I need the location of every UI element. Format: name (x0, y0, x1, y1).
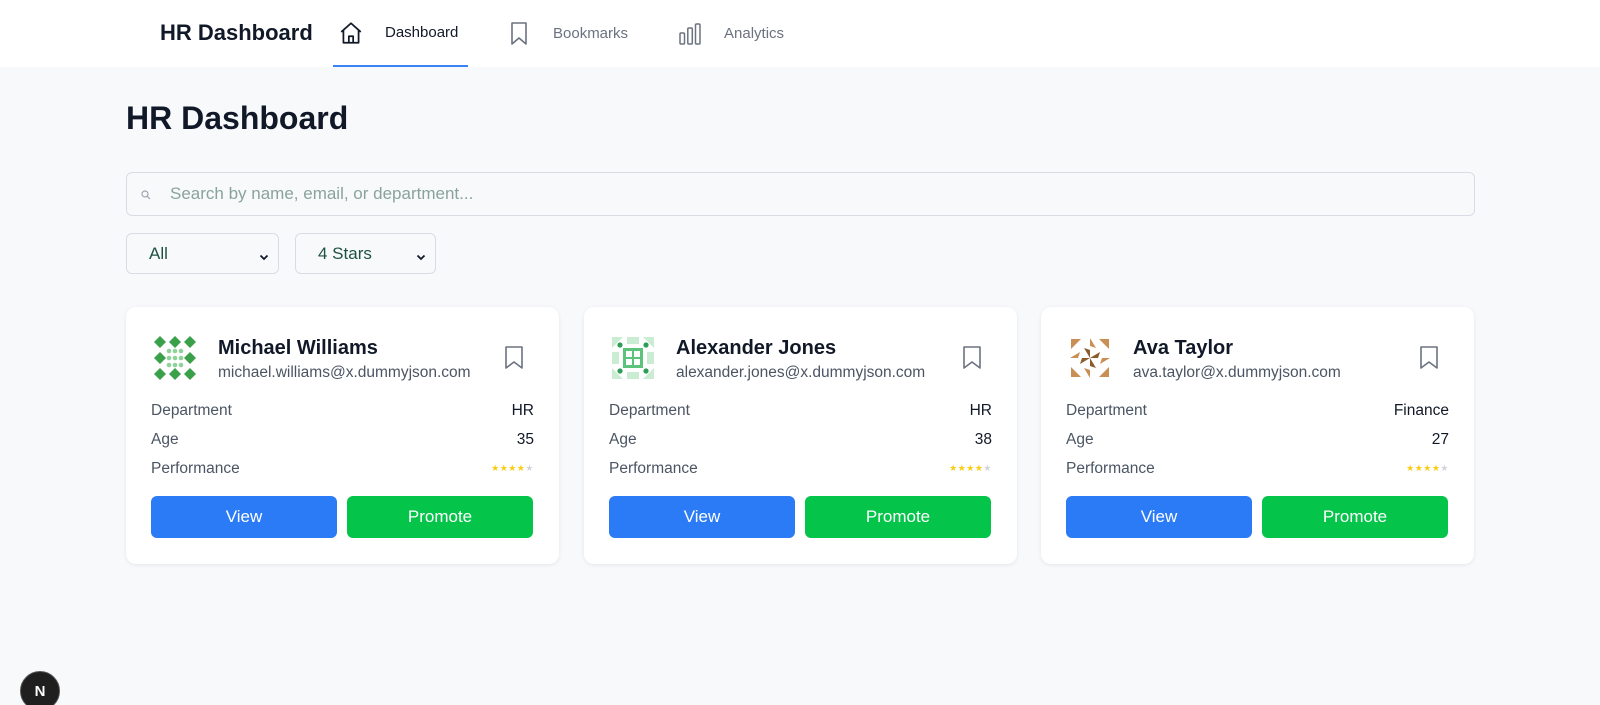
view-button[interactable]: View (609, 496, 795, 538)
star-empty-icon: ★ (983, 463, 992, 473)
search-icon (141, 187, 155, 201)
employee-email: alexander.jones@x.dummyjson.com (676, 364, 926, 381)
age-label: Age (151, 431, 179, 448)
employee-card: Michael Williams michael.williams@x.dumm… (126, 307, 559, 564)
nav-tab-analytics[interactable]: Analytics (676, 0, 806, 67)
department-label: Department (1066, 402, 1147, 419)
bookmark-icon[interactable] (961, 345, 983, 371)
bookmark-icon (505, 20, 533, 48)
performance-row: Performance ★★★★★ (1066, 460, 1449, 478)
home-icon (337, 19, 365, 47)
department-row: Department HR (151, 402, 534, 420)
view-button[interactable]: View (151, 496, 337, 538)
avatar (152, 335, 198, 381)
top-nav: HR Dashboard Dashboard Bookmarks Analyti… (0, 0, 1600, 67)
performance-label: Performance (151, 460, 240, 477)
performance-label: Performance (1066, 460, 1155, 477)
age-value: 27 (1431, 431, 1449, 448)
rating-filter-value: 4 Stars (318, 243, 372, 263)
age-row: Age 38 (609, 431, 992, 449)
nav-tab-label: Dashboard (385, 24, 459, 41)
bookmark-icon[interactable] (1418, 345, 1440, 371)
bar-chart-icon (676, 20, 704, 48)
search-bar[interactable] (126, 172, 1475, 216)
avatar (610, 335, 656, 381)
performance-row: Performance ★★★★★ (609, 460, 992, 478)
star-filled-icon: ★ (966, 463, 975, 473)
employee-name: Alexander Jones (676, 337, 837, 359)
performance-stars: ★★★★★ (491, 460, 534, 478)
star-filled-icon: ★ (499, 463, 509, 473)
nav-tab-label: Bookmarks (553, 25, 629, 42)
department-filter-value: All (149, 243, 168, 263)
star-empty-icon: ★ (525, 463, 534, 473)
avatar (1067, 335, 1113, 381)
department-filter-select[interactable]: All (126, 233, 279, 274)
department-label: Department (609, 402, 690, 419)
age-value: 38 (974, 431, 992, 448)
age-label: Age (609, 431, 637, 448)
page-title: HR Dashboard (126, 100, 349, 136)
search-input[interactable] (170, 184, 1450, 204)
age-value: 35 (516, 431, 534, 448)
bookmark-icon[interactable] (503, 345, 525, 371)
nav-tab-bookmarks[interactable]: Bookmarks (505, 0, 645, 67)
age-label: Age (1066, 431, 1094, 448)
department-value: HR (511, 402, 534, 419)
star-filled-icon: ★ (1414, 463, 1424, 473)
employee-email: ava.taylor@x.dummyjson.com (1133, 364, 1341, 381)
department-row: Department HR (609, 402, 992, 420)
performance-stars: ★★★★★ (949, 460, 992, 478)
chevron-down-icon (258, 248, 270, 260)
promote-button[interactable]: Promote (1262, 496, 1448, 538)
star-filled-icon: ★ (1423, 463, 1432, 473)
nav-tab-label: Analytics (724, 25, 785, 42)
rating-filter-select[interactable]: 4 Stars (295, 233, 436, 274)
performance-stars: ★★★★★ (1406, 460, 1449, 478)
department-row: Department Finance (1066, 402, 1449, 420)
star-filled-icon: ★ (508, 463, 517, 473)
star-filled-icon: ★ (957, 463, 967, 473)
star-filled-icon: ★ (491, 463, 500, 473)
age-row: Age 27 (1066, 431, 1449, 449)
nav-tab-dashboard[interactable]: Dashboard (333, 0, 468, 67)
promote-button[interactable]: Promote (347, 496, 533, 538)
view-button[interactable]: View (1066, 496, 1252, 538)
star-filled-icon: ★ (949, 463, 958, 473)
employee-card: Ava Taylor ava.taylor@x.dummyjson.com De… (1041, 307, 1474, 564)
dev-tools-badge[interactable]: N (20, 671, 60, 705)
star-filled-icon: ★ (1406, 463, 1415, 473)
department-value: Finance (1393, 402, 1449, 419)
employee-name: Michael Williams (218, 337, 378, 359)
chevron-down-icon (415, 248, 427, 260)
department-label: Department (151, 402, 232, 419)
performance-label: Performance (609, 460, 698, 477)
performance-row: Performance ★★★★★ (151, 460, 534, 478)
brand-title[interactable]: HR Dashboard (160, 20, 313, 46)
age-row: Age 35 (151, 431, 534, 449)
employee-card: Alexander Jones alexander.jones@x.dummyj… (584, 307, 1017, 564)
employee-name: Ava Taylor (1133, 337, 1234, 359)
department-value: HR (969, 402, 992, 419)
star-empty-icon: ★ (1440, 463, 1449, 473)
promote-button[interactable]: Promote (805, 496, 991, 538)
employee-email: michael.williams@x.dummyjson.com (218, 364, 471, 381)
